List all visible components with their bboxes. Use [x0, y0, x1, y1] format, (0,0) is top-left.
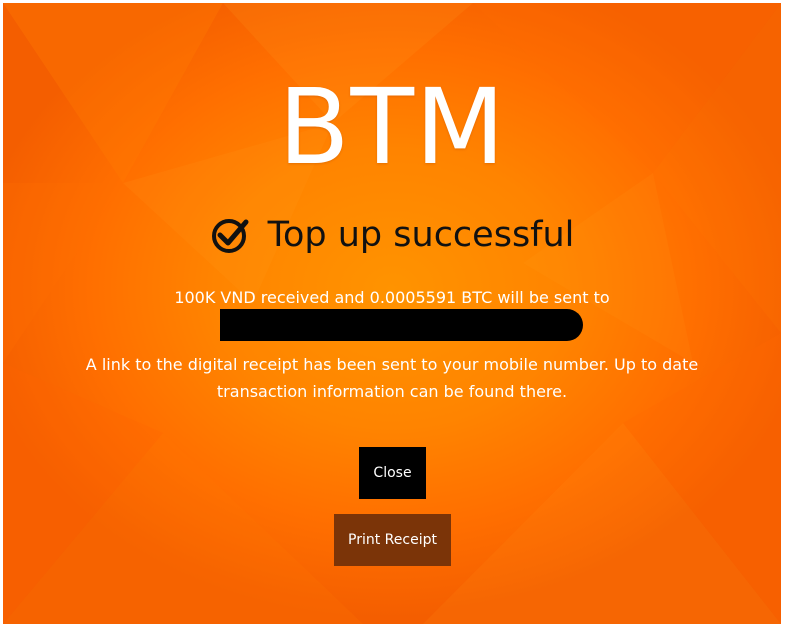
redacted-wallet-address	[220, 309, 583, 341]
btm-logo: BTM	[278, 66, 506, 188]
transaction-summary: 100K VND received and 0.0005591 BTC will…	[174, 288, 610, 307]
print-receipt-button[interactable]: Print Receipt	[334, 514, 451, 566]
success-headline: Top up successful	[3, 209, 781, 261]
receipt-screen-content: BTM Top up successful 100K VND received …	[3, 3, 781, 624]
headline-text: Top up successful	[267, 214, 575, 255]
check-circle-icon	[211, 219, 249, 253]
kiosk-screen: BTM Top up successful 100K VND received …	[3, 3, 781, 624]
close-button[interactable]: Close	[359, 447, 426, 499]
receipt-notice: A link to the digital receipt has been s…	[85, 355, 699, 401]
